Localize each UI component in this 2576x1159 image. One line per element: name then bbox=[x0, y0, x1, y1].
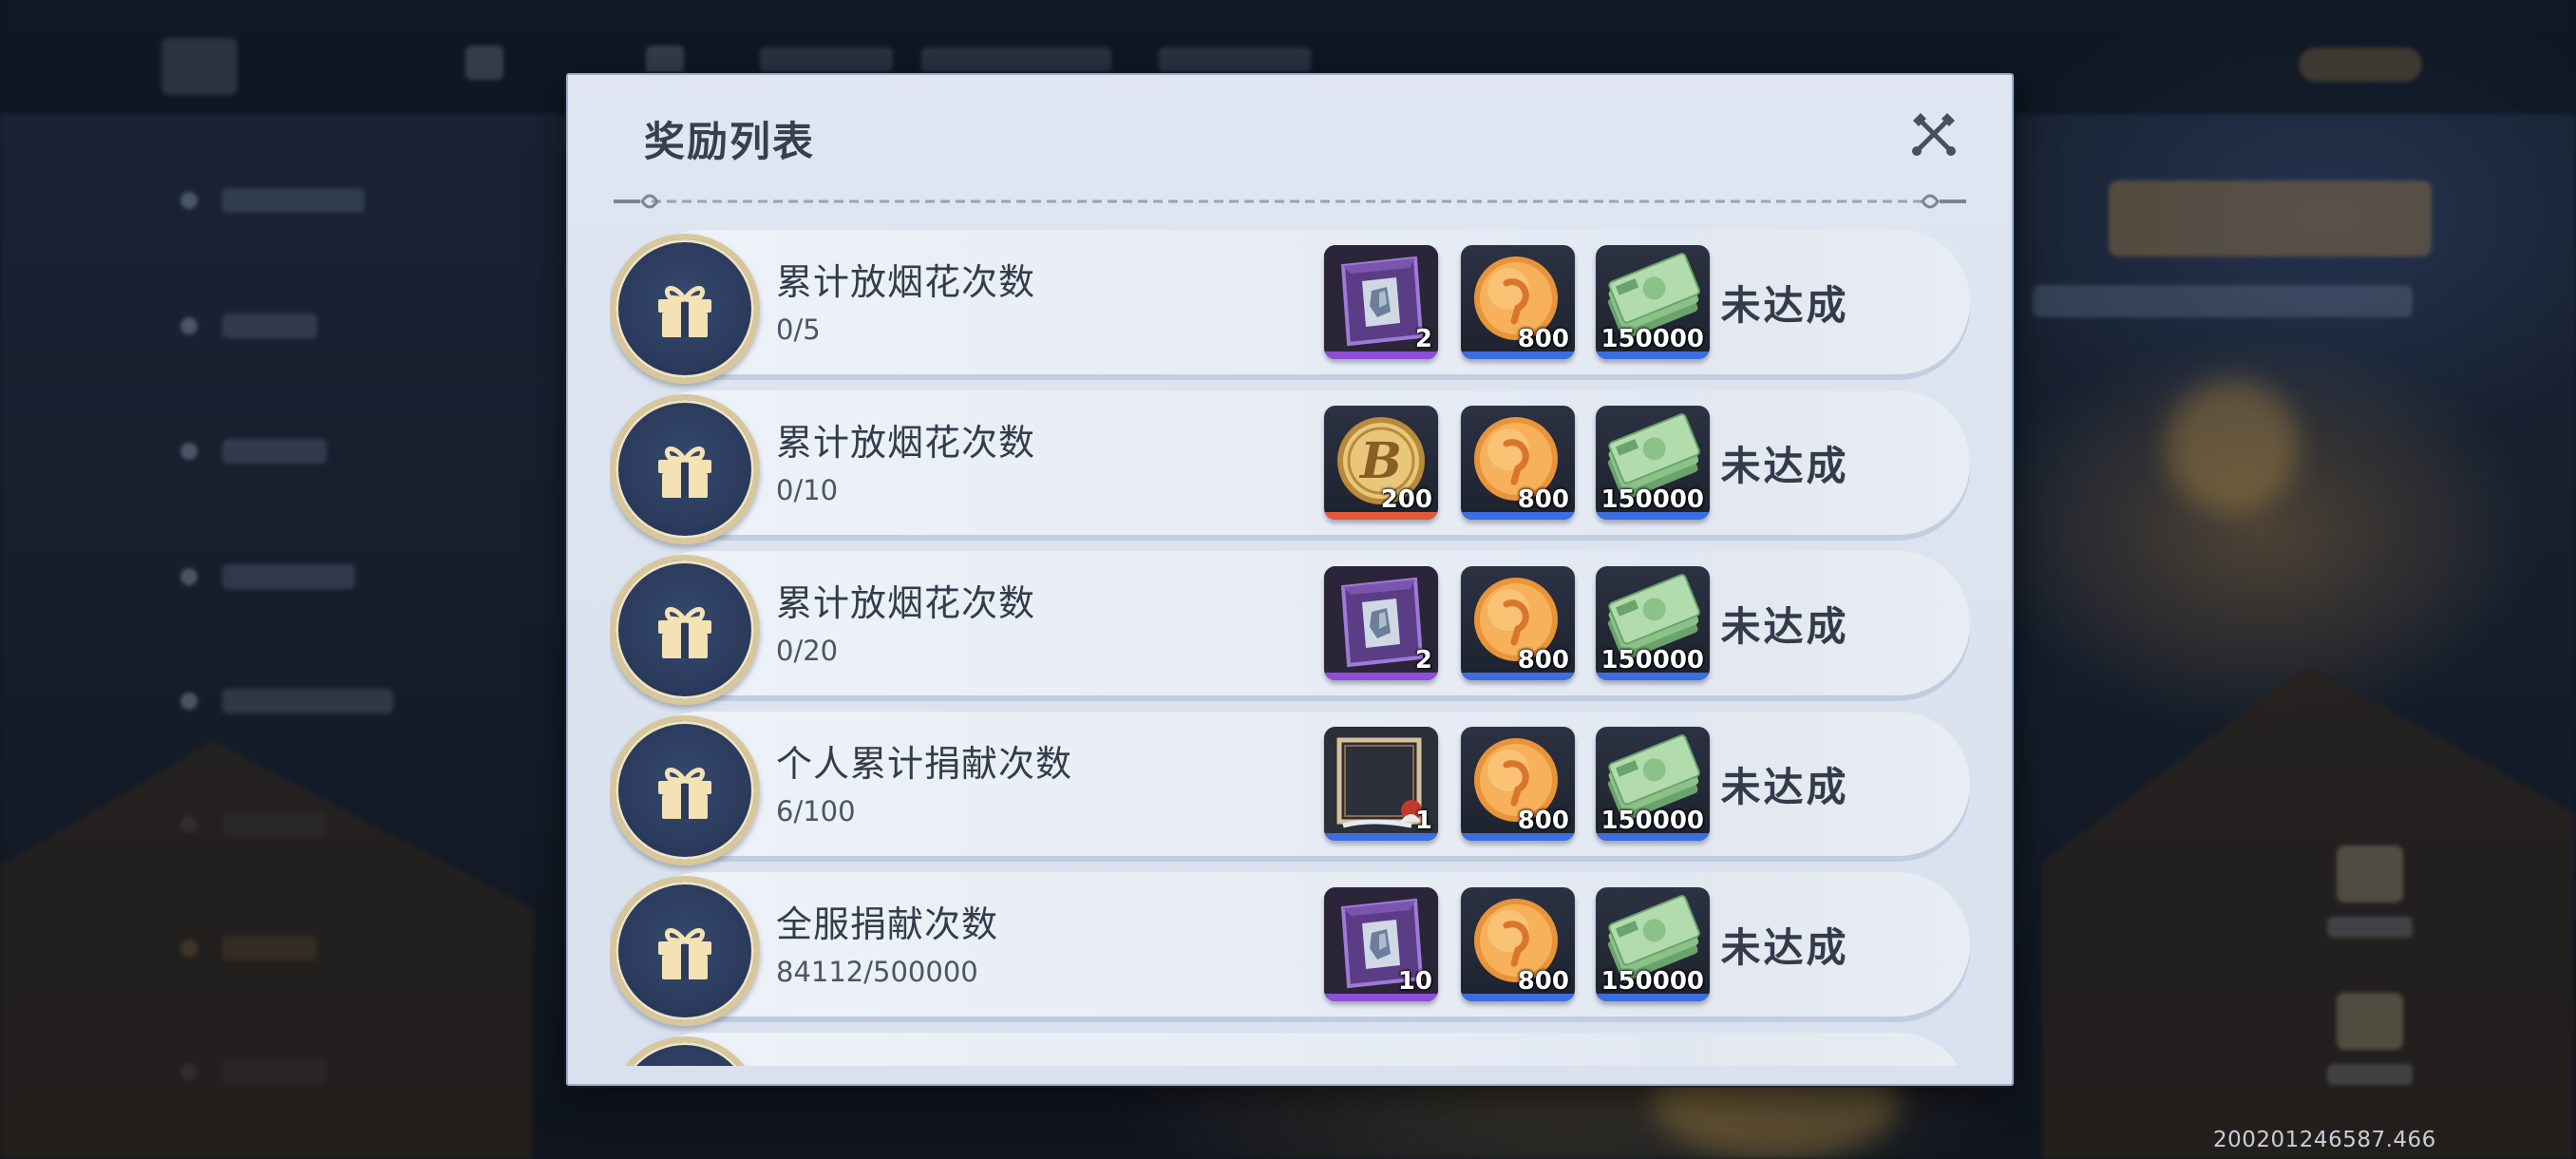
reward-item[interactable]: 150000 bbox=[1596, 245, 1710, 359]
background-currency-display bbox=[2299, 48, 2422, 82]
task-title: 全服捐献次数 bbox=[776, 903, 999, 945]
reward-item[interactable]: 800 bbox=[1461, 245, 1575, 359]
background-top-text bbox=[760, 48, 893, 72]
task-progress: 0/20 bbox=[776, 635, 839, 667]
background-side-button-label bbox=[2327, 1064, 2413, 1085]
reward-item[interactable]: 800 bbox=[1461, 406, 1575, 520]
background-page-title bbox=[302, 32, 320, 92]
reward-quantity: 800 bbox=[1517, 807, 1569, 835]
reward-item[interactable]: 150000 bbox=[1596, 887, 1710, 1001]
reward-quantity: 2 bbox=[1414, 325, 1432, 353]
reward-row: 累计放烟花次数 0/10 B 200 800 150000 未达成 bbox=[610, 390, 1970, 544]
gift-badge bbox=[610, 555, 760, 705]
reward-quantity: 1 bbox=[1414, 807, 1432, 835]
reward-item[interactable]: 150000 bbox=[1596, 406, 1710, 520]
reward-row: 个人累计捐献次数 6/100 1 800 150000 未达成 bbox=[610, 712, 1970, 865]
gift-badge bbox=[610, 394, 760, 544]
reward-quantity: 10 bbox=[1397, 967, 1432, 996]
reward-quantity: 150000 bbox=[1601, 967, 1704, 996]
background-sidebar-item bbox=[180, 560, 446, 594]
gift-icon bbox=[658, 928, 711, 979]
reward-item[interactable]: 150000 bbox=[1596, 727, 1710, 841]
reward-row-partial bbox=[610, 1033, 1970, 1066]
task-progress: 0/5 bbox=[776, 314, 821, 346]
background-house-silhouette bbox=[2042, 665, 2574, 1159]
reward-item[interactable]: 800 bbox=[1461, 727, 1575, 841]
reward-quantity: 150000 bbox=[1601, 807, 1704, 835]
gift-icon bbox=[658, 768, 711, 819]
reward-list-modal: 奖励列表 累计放烟花次数 0/5 2 800 150000 未达成 累计放烟花次数 0/10 B… bbox=[566, 73, 2014, 1086]
reward-row: 累计放烟花次数 0/20 2 800 150000 未达成 bbox=[610, 551, 1970, 705]
ornament-divider-icon bbox=[614, 194, 1966, 209]
reward-list[interactable]: 累计放烟花次数 0/5 2 800 150000 未达成 累计放烟花次数 0/10 B 200 80… bbox=[610, 230, 1970, 1066]
background-sidebar-item bbox=[180, 309, 446, 343]
gift-badge bbox=[610, 876, 760, 1026]
reward-quantity: 2 bbox=[1414, 646, 1432, 674]
gift-icon bbox=[658, 607, 711, 658]
svg-text:B: B bbox=[1358, 432, 1402, 490]
background-house-silhouette bbox=[0, 741, 532, 1159]
reward-quantity: 800 bbox=[1517, 967, 1569, 996]
status-not-achieved: 未达成 bbox=[1720, 282, 1849, 329]
status-not-achieved: 未达成 bbox=[1720, 603, 1849, 650]
background-side-button-label bbox=[2327, 917, 2413, 938]
task-progress: 6/100 bbox=[776, 795, 856, 827]
reward-row: 全服捐献次数 84112/500000 10 800 150000 未达成 bbox=[610, 872, 1970, 1026]
reward-quantity: 150000 bbox=[1601, 325, 1704, 353]
gift-badge bbox=[610, 715, 760, 865]
background-home-icon bbox=[465, 46, 503, 80]
task-progress: 84112/500000 bbox=[776, 956, 978, 988]
status-not-achieved: 未达成 bbox=[1720, 924, 1849, 971]
reward-quantity: 800 bbox=[1517, 325, 1569, 353]
background-sidebar-item bbox=[180, 183, 446, 218]
background-sidebar-item bbox=[180, 434, 446, 468]
gift-icon bbox=[658, 446, 711, 498]
status-not-achieved: 未达成 bbox=[1720, 443, 1849, 489]
reward-item[interactable]: 10 bbox=[1324, 887, 1438, 1001]
background-event-title bbox=[2109, 180, 2432, 256]
reward-row: 累计放烟花次数 0/5 2 800 150000 未达成 bbox=[610, 230, 1970, 384]
reward-quantity: 200 bbox=[1380, 485, 1432, 514]
crossed-tools-close-icon bbox=[1912, 113, 1956, 156]
background-sidebar-item bbox=[180, 684, 446, 718]
reward-item[interactable]: 1 bbox=[1324, 727, 1438, 841]
background-event-subtitle bbox=[2033, 285, 2413, 317]
reward-quantity: 150000 bbox=[1601, 485, 1704, 514]
background-back-button bbox=[161, 38, 237, 95]
task-title: 累计放烟花次数 bbox=[776, 422, 1036, 464]
task-progress: 0/10 bbox=[776, 474, 839, 506]
background-side-button bbox=[2337, 993, 2403, 1050]
reward-item[interactable]: 2 bbox=[1324, 245, 1438, 359]
version-label: 200201246587.466 bbox=[2213, 1128, 2436, 1152]
status-not-achieved: 未达成 bbox=[1720, 764, 1849, 810]
task-title: 个人累计捐献次数 bbox=[776, 743, 1073, 785]
background-top-text bbox=[1159, 48, 1311, 72]
background-side-button bbox=[2337, 846, 2403, 902]
background-top-text bbox=[921, 48, 1111, 72]
reward-quantity: 150000 bbox=[1601, 646, 1704, 674]
reward-item[interactable]: 2 bbox=[1324, 566, 1438, 680]
reward-item[interactable]: B 200 bbox=[1324, 406, 1438, 520]
reward-item[interactable]: 800 bbox=[1461, 887, 1575, 1001]
reward-item[interactable]: 800 bbox=[1461, 566, 1575, 680]
close-button[interactable] bbox=[1909, 109, 1959, 159]
reward-quantity: 800 bbox=[1517, 485, 1569, 514]
modal-title: 奖励列表 bbox=[644, 119, 815, 166]
gift-icon bbox=[658, 286, 711, 337]
background-lantern-glow bbox=[2166, 380, 2299, 513]
task-title: 累计放烟花次数 bbox=[776, 261, 1036, 303]
reward-item[interactable]: 150000 bbox=[1596, 566, 1710, 680]
gift-badge bbox=[610, 234, 760, 384]
status-area bbox=[1696, 1033, 1970, 1066]
reward-quantity: 800 bbox=[1517, 646, 1569, 674]
task-title: 累计放烟花次数 bbox=[776, 582, 1036, 624]
